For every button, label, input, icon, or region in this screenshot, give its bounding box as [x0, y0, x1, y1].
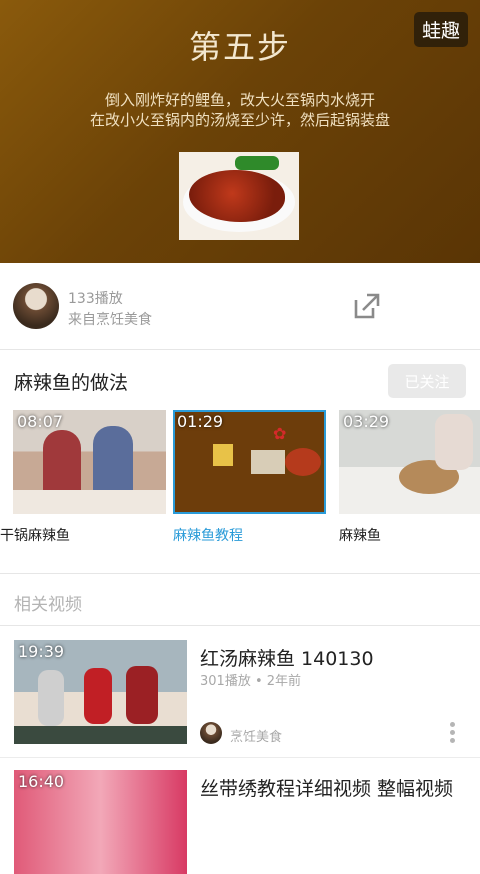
share-icon[interactable] [352, 291, 382, 321]
episode-duration: 03:29 [343, 412, 390, 431]
episode-item[interactable]: 03:29 麻辣鱼 [339, 410, 480, 545]
series-title: 麻辣鱼的做法 [14, 372, 129, 394]
related-title[interactable]: 丝带绣教程详细视频 整幅视频 [200, 774, 453, 801]
episode-thumbnail[interactable]: ✿ 01:29 [173, 410, 326, 514]
related-thumbnail[interactable]: 19:39 [14, 640, 187, 744]
avatar[interactable] [13, 283, 59, 329]
source-channel[interactable]: 来自烹饪美食 [68, 309, 152, 329]
follow-button[interactable]: 已关注 [388, 364, 466, 398]
video-description: 倒入刚炸好的鲤鱼，改大火至锅内水烧开 在改小火至锅内的汤烧至少许，然后起锅装盘 [0, 90, 480, 130]
more-options-icon[interactable] [450, 722, 456, 746]
video-desc-line1: 倒入刚炸好的鲤鱼，改大火至锅内水烧开 [104, 91, 375, 109]
related-meta: 301播放 • 2年前 [200, 674, 302, 689]
episode-thumbnail[interactable]: 03:29 [339, 410, 480, 514]
video-step-title: 第五步 [188, 28, 291, 66]
episode-list[interactable]: 08:07 干锅麻辣鱼 ✿ 01:29 麻辣鱼教程 03:29 麻辣鱼 [0, 410, 480, 570]
episode-thumbnail[interactable]: 08:07 [13, 410, 166, 514]
episode-name: 麻辣鱼教程 [173, 528, 243, 544]
divider [0, 573, 480, 574]
series-header: 麻辣鱼的做法 已关注 [0, 350, 480, 410]
related-duration: 16:40 [18, 772, 65, 791]
episode-item[interactable]: 08:07 干锅麻辣鱼 [0, 410, 166, 545]
episode-duration: 01:29 [177, 412, 224, 431]
dish-image [179, 152, 299, 240]
related-header: 相关视频 [14, 595, 82, 615]
divider [0, 757, 480, 758]
video-desc-line2: 在改小火至锅内的汤烧至少许，然后起锅装盘 [89, 111, 390, 129]
channel-name[interactable]: 烹饪美食 [230, 726, 282, 745]
divider [0, 625, 480, 626]
play-count: 133播放 [68, 291, 123, 307]
episode-name: 麻辣鱼 [339, 528, 381, 544]
related-thumbnail[interactable]: 16:40 [14, 770, 187, 874]
related-duration: 19:39 [18, 642, 65, 661]
episode-name: 干锅麻辣鱼 [0, 528, 70, 544]
uploader-row: 133播放 来自烹饪美食 [0, 263, 480, 350]
watermark-logo: 蛙趣 [413, 12, 468, 47]
channel-avatar[interactable] [200, 722, 222, 744]
episode-item-active[interactable]: ✿ 01:29 麻辣鱼教程 [173, 410, 326, 545]
video-player[interactable]: 第五步 倒入刚炸好的鲤鱼，改大火至锅内水烧开 在改小火至锅内的汤烧至少许，然后起… [0, 0, 480, 263]
related-title[interactable]: 红汤麻辣鱼 140130 [200, 644, 374, 671]
episode-duration: 08:07 [17, 412, 64, 431]
